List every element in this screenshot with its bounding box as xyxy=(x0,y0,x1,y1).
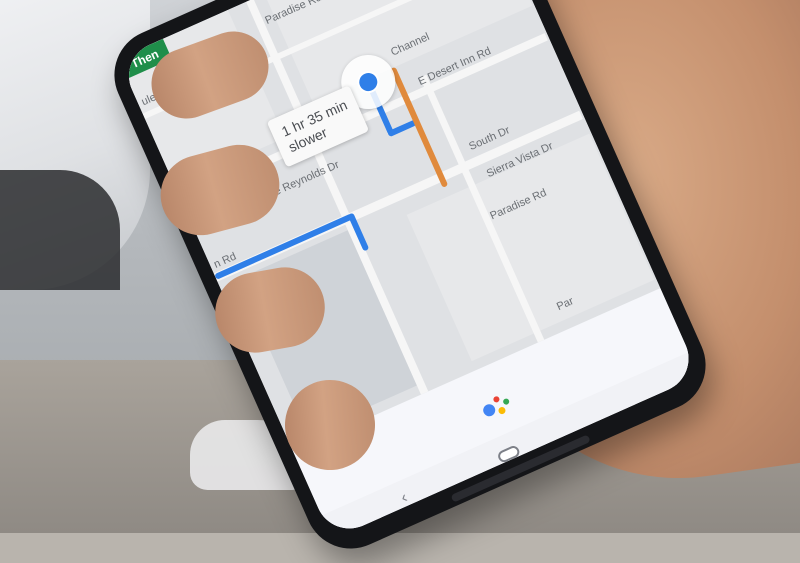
assistant-dot-red xyxy=(492,395,501,404)
assistant-dot-green xyxy=(502,397,511,406)
car-shadow xyxy=(0,170,120,290)
back-button[interactable]: ‹ xyxy=(398,489,410,508)
assistant-dot-yellow xyxy=(497,405,507,416)
google-assistant-icon[interactable] xyxy=(479,385,528,429)
route-primary xyxy=(387,119,417,138)
origin-dot xyxy=(353,67,383,97)
home-pill[interactable] xyxy=(496,444,522,465)
assistant-dot-blue xyxy=(481,402,498,419)
